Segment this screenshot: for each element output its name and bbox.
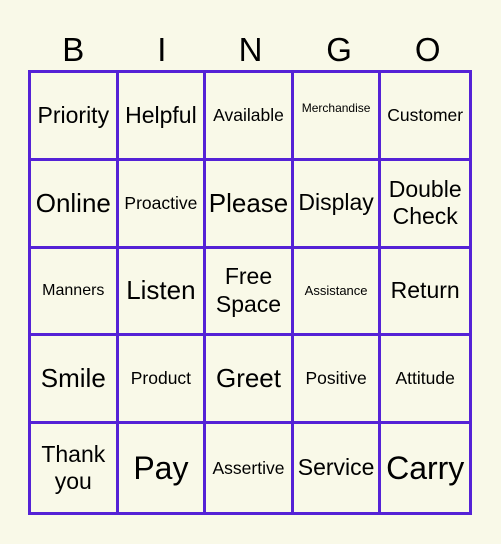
header-letter-n: N [238, 30, 263, 68]
bingo-cell[interactable]: Manners [31, 248, 119, 337]
bingo-cell[interactable]: Smile [31, 336, 119, 425]
bingo-grid: Priority Helpful Available Merchandise C… [28, 70, 472, 515]
bingo-cell[interactable]: Display [293, 160, 382, 249]
bingo-cell[interactable]: Product [118, 336, 207, 425]
header-letter-o: O [414, 30, 441, 68]
free-space-cell[interactable]: Free Space [206, 248, 294, 337]
bingo-cell[interactable]: Listen [118, 248, 207, 337]
bingo-header: B I N G O [29, 28, 472, 70]
bingo-cell[interactable]: Customer [381, 73, 469, 161]
bingo-cell[interactable]: Greet [206, 336, 294, 425]
bingo-cell[interactable]: Assertive [206, 424, 294, 512]
header-letter-g: G [326, 30, 352, 68]
bingo-cell[interactable]: Helpful [118, 73, 207, 161]
bingo-cell[interactable]: Assistance [293, 248, 382, 337]
bingo-card: B I N G O Priority Helpful Available Mer… [0, 0, 501, 544]
bingo-cell[interactable]: Thank you [31, 424, 119, 512]
bingo-cell[interactable]: Online [31, 160, 119, 249]
bingo-cell[interactable]: Return [381, 249, 469, 337]
header-letter-i: I [157, 30, 167, 68]
bingo-cell[interactable]: Positive [293, 336, 382, 425]
bingo-cell[interactable]: Service [294, 424, 382, 512]
bingo-cell[interactable]: Merchandise [293, 73, 382, 161]
bingo-cell[interactable]: Pay [119, 424, 207, 512]
bingo-cell[interactable]: Carry [381, 424, 469, 512]
bingo-cell[interactable]: Available [206, 73, 294, 161]
header-letter-b: B [62, 30, 85, 68]
bingo-cell[interactable]: Please [206, 160, 294, 249]
bingo-cell[interactable]: Proactive [118, 160, 207, 249]
bingo-cell[interactable]: Attitude [381, 336, 469, 425]
bingo-cell[interactable]: Double Check [381, 161, 469, 249]
bingo-cell[interactable]: Priority [31, 73, 119, 161]
